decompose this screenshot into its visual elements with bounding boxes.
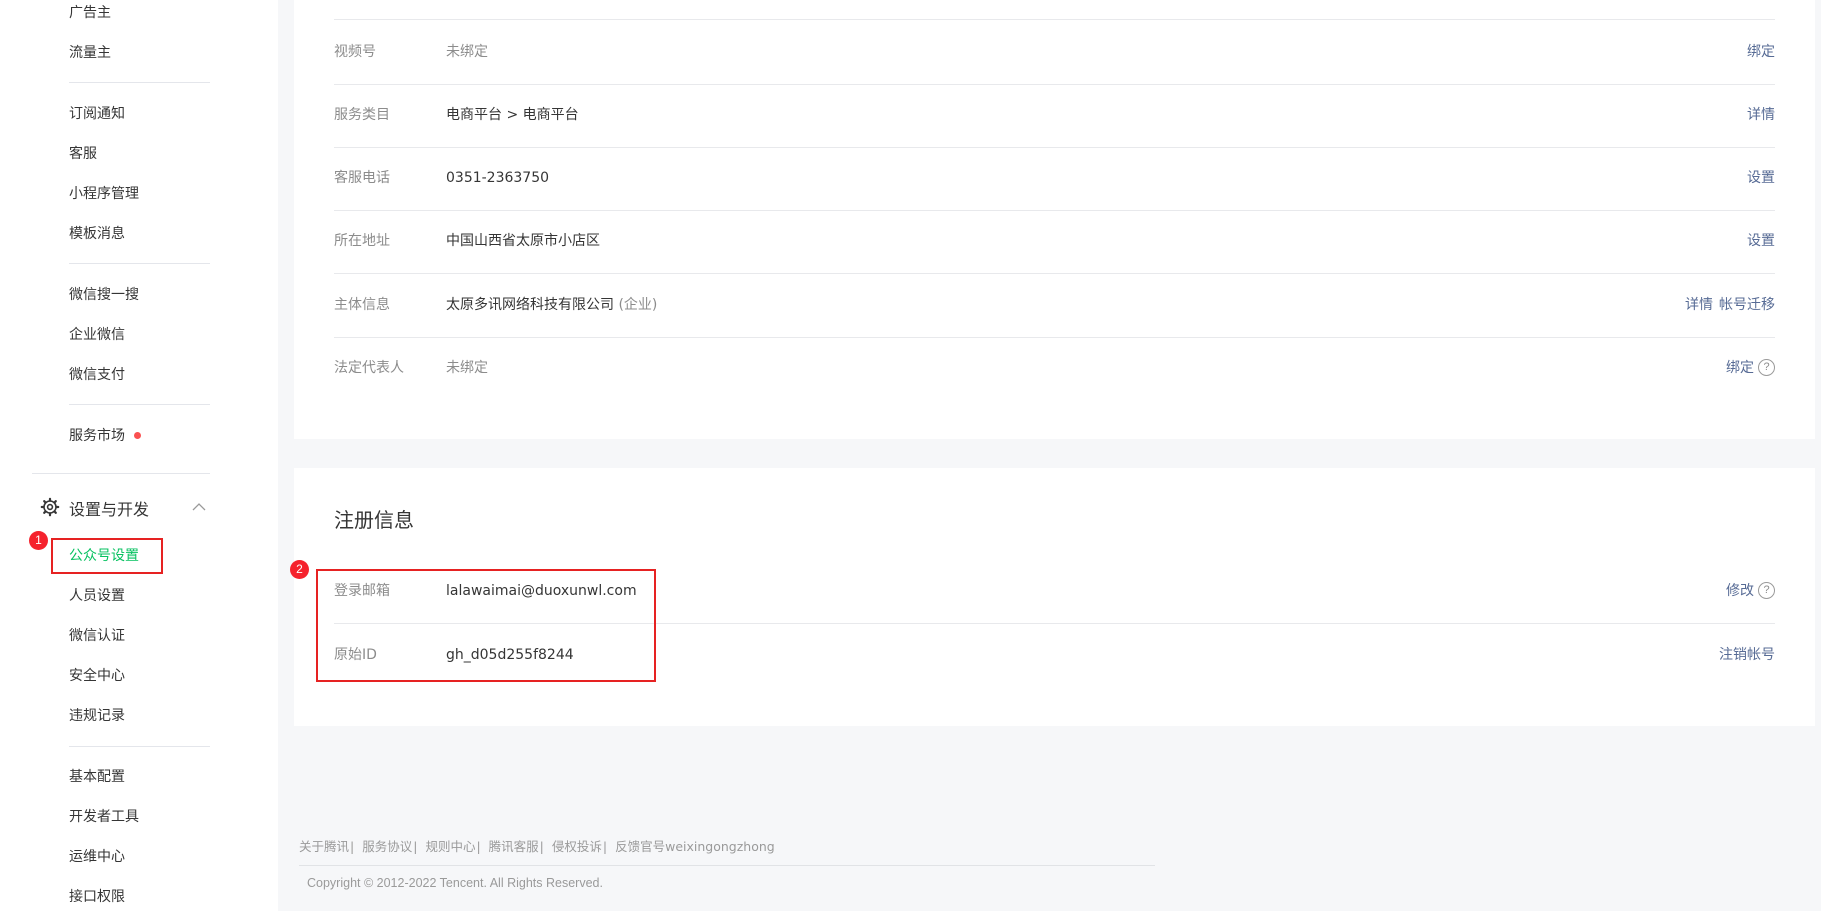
sidebar-item-miniprogram[interactable]: 小程序管理 — [69, 183, 139, 203]
help-icon[interactable]: ? — [1758, 581, 1775, 599]
sidebar-divider — [69, 263, 210, 264]
row-value: 电商平台 > 电商平台 — [446, 107, 579, 123]
highlight-box — [51, 538, 163, 574]
footer-link-feedback-account[interactable]: 反馈官号weixingongzhong — [615, 839, 775, 854]
row-value: 未绑定 — [446, 44, 488, 60]
sidebar-item-subscription-notice[interactable]: 订阅通知 — [69, 103, 125, 123]
account-migration-link[interactable]: 帐号迁移 — [1719, 297, 1775, 313]
section-label: 设置与开发 — [69, 500, 150, 519]
sidebar-item-developer-tools[interactable]: 开发者工具 — [69, 806, 139, 826]
sidebar-item-service-market[interactable]: 服务市场 — [69, 425, 141, 445]
footer-divider — [299, 865, 1155, 866]
row-label: 法定代表人 — [334, 360, 404, 376]
sidebar-item-ops-center[interactable]: 运维中心 — [69, 846, 125, 866]
row-value: 中国山西省太原市小店区 — [446, 233, 600, 249]
footer-link-rules-center[interactable]: 规则中心 — [425, 839, 475, 854]
sidebar-item-api-permissions[interactable]: 接口权限 — [69, 886, 125, 906]
set-address-link[interactable]: 设置 — [1747, 233, 1775, 249]
sidebar-item-security-center[interactable]: 安全中心 — [69, 665, 125, 685]
gear-icon — [40, 497, 60, 517]
highlight-box — [316, 569, 656, 682]
footer-link-tencent-service[interactable]: 腾讯客服 — [489, 839, 539, 854]
footer-link-infringement[interactable]: 侵权投诉 — [552, 839, 602, 854]
sidebar-item-template-message[interactable]: 模板消息 — [69, 223, 125, 243]
sidebar-divider — [69, 404, 210, 405]
entity-details-link[interactable]: 详情 — [1685, 297, 1713, 313]
set-phone-link[interactable]: 设置 — [1747, 170, 1775, 186]
section-title: 注册信息 — [334, 508, 414, 532]
row-value: 太原多讯网络科技有限公司 (企业) — [446, 273, 657, 337]
sidebar-item-wechat-verification[interactable]: 微信认证 — [69, 625, 125, 645]
sidebar-item-wechat-search[interactable]: 微信搜一搜 — [69, 284, 139, 304]
settings-dev-section-header[interactable]: 设置与开发 — [40, 494, 210, 520]
bind-video-channel-link[interactable]: 绑定 — [1747, 44, 1775, 60]
sidebar-divider — [32, 473, 210, 474]
footer-link-service-agreement[interactable]: 服务协议 — [362, 839, 412, 854]
entity-name: 太原多讯网络科技有限公司 — [446, 297, 614, 313]
sidebar-item-wechat-pay[interactable]: 微信支付 — [69, 364, 125, 384]
category-details-link[interactable]: 详情 — [1747, 107, 1775, 123]
help-icon[interactable]: ? — [1758, 358, 1775, 376]
sidebar-item-violation-records[interactable]: 违规记录 — [69, 705, 125, 725]
cancel-account-link[interactable]: 注销帐号 — [1719, 647, 1775, 663]
info-row-video-channel: 视频号 未绑定 绑定 — [334, 19, 1775, 85]
account-info-card: 视频号 未绑定 绑定 服务类目 电商平台 > 电商平台 详情 客服电话 0351… — [294, 6, 1815, 439]
step-badge-1: 1 — [29, 531, 48, 550]
row-label: 客服电话 — [334, 170, 390, 186]
sidebar-item-basic-config[interactable]: 基本配置 — [69, 766, 125, 786]
info-row-service-category: 服务类目 电商平台 > 电商平台 详情 — [334, 83, 1775, 148]
info-row-legal-rep: 法定代表人 未绑定 绑定? — [334, 336, 1775, 400]
row-value: 0351-2363750 — [446, 170, 550, 186]
chevron-up-icon[interactable] — [192, 502, 206, 511]
row-label: 所在地址 — [334, 233, 390, 249]
info-row-address: 所在地址 中国山西省太原市小店区 设置 — [334, 209, 1775, 274]
sidebar-divider — [69, 746, 210, 747]
sidebar-item-work-wechat[interactable]: 企业微信 — [69, 324, 125, 344]
sidebar-item-member-settings[interactable]: 人员设置 — [69, 585, 125, 605]
notification-dot — [134, 431, 141, 439]
sidebar-item-customer-service[interactable]: 客服 — [69, 143, 97, 163]
sidebar: 广告主 流量主 订阅通知 客服 小程序管理 模板消息 微信搜一搜 企业微信 微信… — [0, 0, 278, 911]
step-badge-2: 2 — [290, 560, 309, 579]
sidebar-item-advertiser[interactable]: 广告主 — [69, 2, 111, 22]
sidebar-item-publisher[interactable]: 流量主 — [69, 42, 111, 62]
row-label: 服务类目 — [334, 107, 390, 123]
info-row-service-phone: 客服电话 0351-2363750 设置 — [334, 146, 1775, 211]
footer-links: 关于腾讯| 服务协议| 规则中心| 腾讯客服| 侵权投诉| 反馈官号weixin… — [299, 839, 775, 854]
bind-legal-rep-link[interactable]: 绑定 — [1726, 360, 1754, 376]
info-row-entity: 主体信息 太原多讯网络科技有限公司 (企业) 详情 帐号迁移 — [334, 273, 1775, 338]
footer-link-about[interactable]: 关于腾讯 — [299, 839, 349, 854]
copyright: Copyright © 2012-2022 Tencent. All Right… — [307, 876, 603, 890]
entity-type: (企业) — [618, 297, 658, 313]
row-label: 主体信息 — [334, 297, 390, 313]
row-label: 视频号 — [334, 44, 376, 60]
row-value: 未绑定 — [446, 360, 488, 376]
sidebar-item-label: 服务市场 — [69, 428, 125, 444]
modify-email-link[interactable]: 修改 — [1726, 583, 1754, 599]
sidebar-divider — [69, 82, 210, 83]
